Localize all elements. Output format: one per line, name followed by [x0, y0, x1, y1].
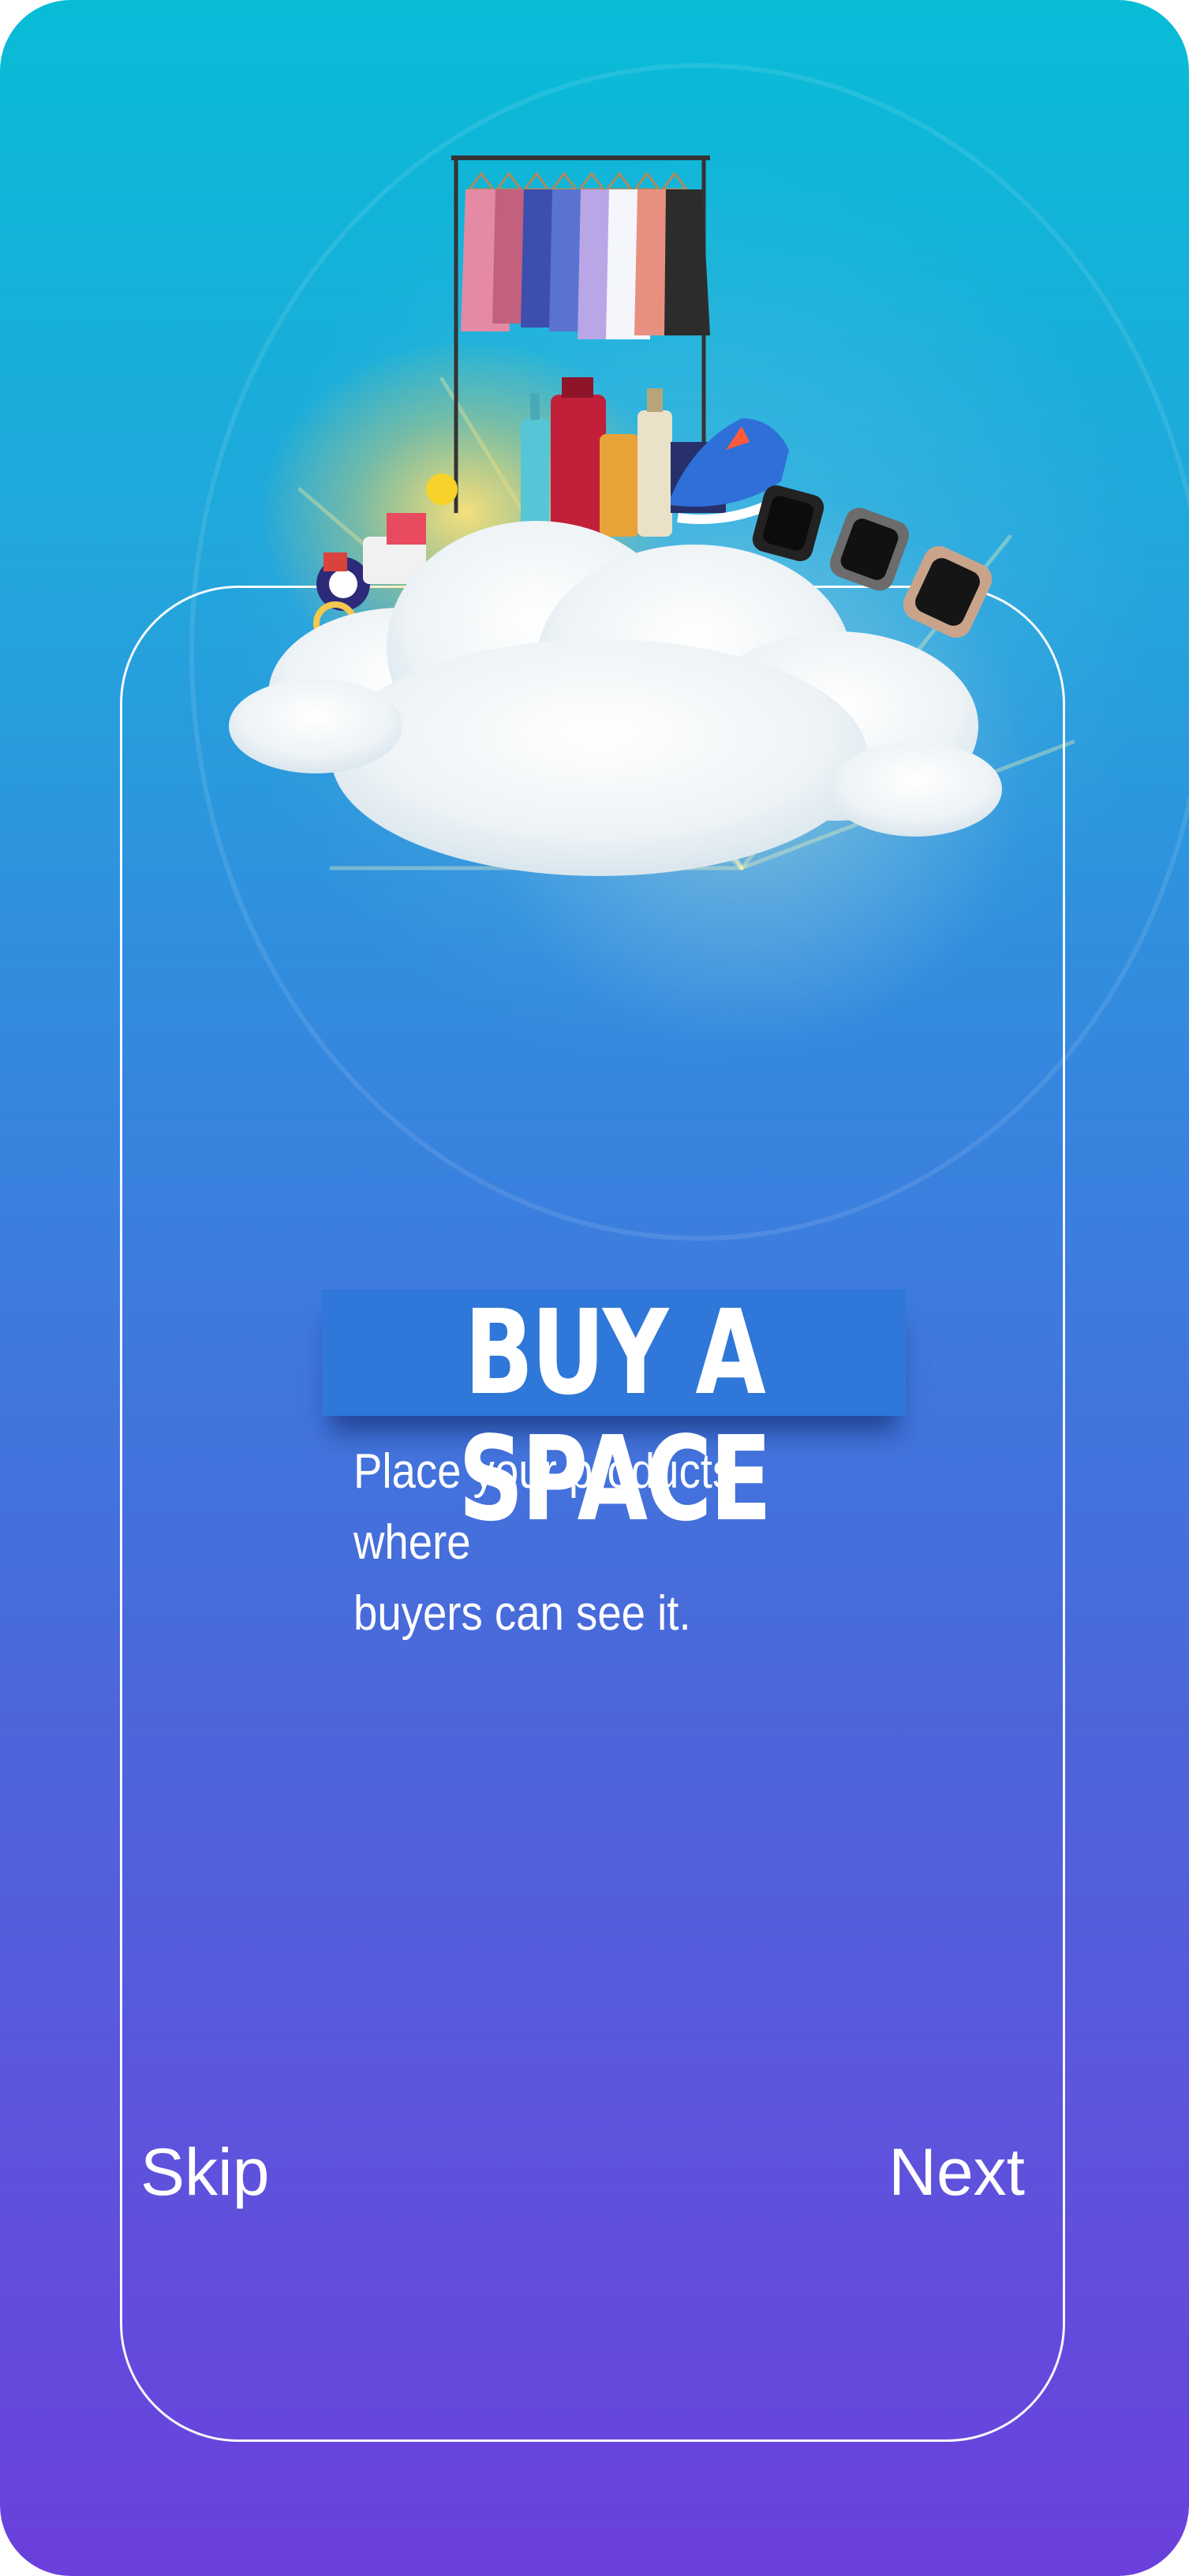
- page-title: BUY A SPACE: [458, 1285, 772, 1547]
- subtitle-line-1: Place your products where: [353, 1444, 735, 1570]
- next-button[interactable]: Next: [888, 2132, 1025, 2211]
- onboarding-screen: BUY A SPACE Place your products where bu…: [0, 0, 1189, 2576]
- subtitle: Place your products where buyers can see…: [353, 1436, 854, 1649]
- skip-button[interactable]: Skip: [140, 2132, 269, 2211]
- title-banner: BUY A SPACE: [322, 1285, 906, 1547]
- cloud-marketplace-illustration: [229, 155, 1002, 876]
- subtitle-line-2: buyers can see it.: [353, 1586, 691, 1641]
